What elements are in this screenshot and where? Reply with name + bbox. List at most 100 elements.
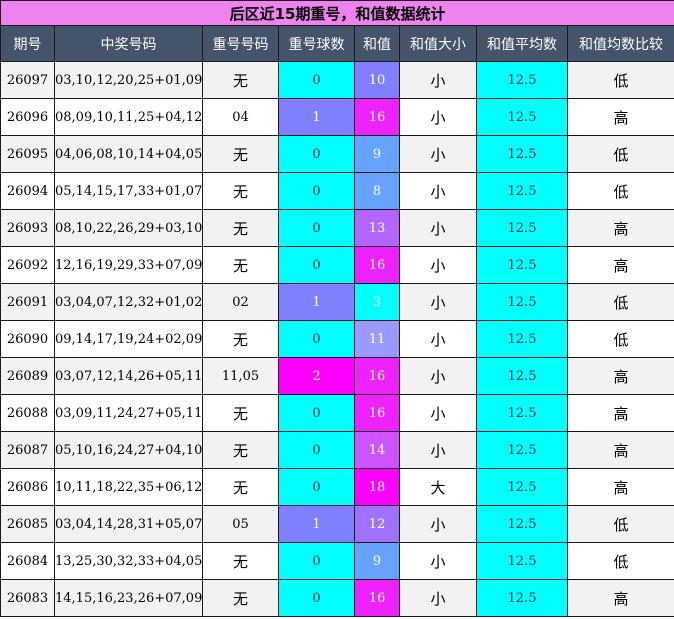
cell-repeat: 无 [202, 209, 279, 247]
table-row: 26086 10,11,18,22,35+06,12 无 0 18 大 12.5 高 [0, 468, 674, 506]
cell-issue: 26094 [0, 172, 55, 210]
cell-avg: 12.5 [476, 394, 568, 432]
header-numbers: 中奖号码 [54, 25, 203, 62]
cell-size: 小 [399, 505, 477, 543]
cell-sum: 9 [354, 135, 400, 173]
cell-repeat: 04 [202, 98, 279, 136]
cell-repeat: 无 [202, 320, 279, 358]
cell-count: 1 [278, 98, 355, 136]
cell-count: 0 [278, 542, 355, 580]
cell-count: 1 [278, 283, 355, 321]
table-body: 26097 03,10,12,20,25+01,09 无 0 10 小 12.5 低 26096… [0, 61, 674, 617]
cell-issue: 26086 [0, 468, 55, 506]
cell-numbers: 05,14,15,17,33+01,07 [54, 172, 203, 210]
cell-issue: 26093 [0, 209, 55, 247]
cell-issue: 26085 [0, 505, 55, 543]
cell-size: 小 [399, 320, 477, 358]
cell-count: 0 [278, 246, 355, 284]
cell-numbers: 05,10,16,24,27+04,10 [54, 431, 203, 469]
cell-issue: 26091 [0, 283, 55, 321]
cell-count: 0 [278, 579, 355, 617]
header-size: 和值大小 [399, 25, 477, 62]
table-title: 后区近15期重号，和值数据统计 [0, 0, 674, 26]
cell-numbers: 08,10,22,26,29+03,10 [54, 209, 203, 247]
cell-compare: 低 [566, 542, 674, 580]
cell-count: 0 [278, 394, 355, 432]
cell-sum: 16 [354, 357, 400, 395]
cell-compare: 高 [566, 209, 674, 247]
cell-repeat: 11,05 [202, 357, 279, 395]
header-compare: 和值均数比较 [566, 25, 674, 62]
cell-size: 小 [399, 98, 477, 136]
header-issue: 期号 [0, 25, 55, 62]
cell-count: 2 [278, 357, 355, 395]
cell-avg: 12.5 [476, 542, 568, 580]
cell-repeat: 无 [202, 172, 279, 210]
cell-count: 0 [278, 320, 355, 358]
cell-sum: 16 [354, 394, 400, 432]
cell-repeat: 无 [202, 135, 279, 173]
table-row: 26093 08,10,22,26,29+03,10 无 0 13 小 12.5 高 [0, 209, 674, 247]
cell-sum: 9 [354, 542, 400, 580]
cell-repeat: 无 [202, 246, 279, 284]
header-sum: 和值 [354, 25, 400, 62]
cell-avg: 12.5 [476, 505, 568, 543]
cell-avg: 12.5 [476, 61, 568, 99]
cell-sum: 13 [354, 209, 400, 247]
cell-compare: 低 [566, 135, 674, 173]
cell-repeat: 02 [202, 283, 279, 321]
cell-sum: 3 [354, 283, 400, 321]
cell-numbers: 03,04,14,28,31+05,07 [54, 505, 203, 543]
cell-sum: 12 [354, 505, 400, 543]
cell-compare: 低 [566, 61, 674, 99]
cell-avg: 12.5 [476, 468, 568, 506]
cell-count: 0 [278, 431, 355, 469]
cell-issue: 26090 [0, 320, 55, 358]
cell-issue: 26089 [0, 357, 55, 395]
table-row: 26088 03,09,11,24,27+05,11 无 0 16 小 12.5 高 [0, 394, 674, 432]
header-count: 重号球数 [278, 25, 355, 62]
table-row: 26097 03,10,12,20,25+01,09 无 0 10 小 12.5 低 [0, 61, 674, 99]
cell-avg: 12.5 [476, 246, 568, 284]
cell-repeat: 无 [202, 468, 279, 506]
cell-sum: 14 [354, 431, 400, 469]
cell-size: 小 [399, 394, 477, 432]
cell-issue: 26084 [0, 542, 55, 580]
cell-sum: 16 [354, 246, 400, 284]
cell-compare: 高 [566, 357, 674, 395]
cell-compare: 高 [566, 246, 674, 284]
cell-avg: 12.5 [476, 172, 568, 210]
table-row: 26083 14,15,16,23,26+07,09 无 0 16 小 12.5 高 [0, 579, 674, 617]
cell-avg: 12.5 [476, 431, 568, 469]
cell-sum: 16 [354, 98, 400, 136]
cell-avg: 12.5 [476, 320, 568, 358]
cell-issue: 26092 [0, 246, 55, 284]
table-row: 26085 03,04,14,28,31+05,07 05 1 12 小 12.5 低 [0, 505, 674, 543]
stats-table: 后区近15期重号，和值数据统计 期号 中奖号码 重号号码 重号球数 和值 和值大… [0, 0, 674, 617]
cell-count: 1 [278, 505, 355, 543]
cell-count: 0 [278, 135, 355, 173]
cell-repeat: 无 [202, 431, 279, 469]
cell-numbers: 13,25,30,32,33+04,05 [54, 542, 203, 580]
cell-numbers: 03,09,11,24,27+05,11 [54, 394, 203, 432]
cell-size: 小 [399, 357, 477, 395]
cell-numbers: 10,11,18,22,35+06,12 [54, 468, 203, 506]
cell-sum: 18 [354, 468, 400, 506]
cell-compare: 低 [566, 320, 674, 358]
table-row: 26089 03,07,12,14,26+05,11 11,05 2 16 小 12.5 高 [0, 357, 674, 395]
cell-sum: 11 [354, 320, 400, 358]
cell-compare: 高 [566, 579, 674, 617]
cell-size: 大 [399, 468, 477, 506]
cell-issue: 26095 [0, 135, 55, 173]
header-repeat: 重号号码 [202, 25, 279, 62]
cell-avg: 12.5 [476, 135, 568, 173]
cell-avg: 12.5 [476, 579, 568, 617]
cell-numbers: 04,06,08,10,14+04,05 [54, 135, 203, 173]
cell-compare: 高 [566, 394, 674, 432]
cell-avg: 12.5 [476, 357, 568, 395]
cell-avg: 12.5 [476, 283, 568, 321]
cell-size: 小 [399, 246, 477, 284]
cell-size: 小 [399, 283, 477, 321]
cell-compare: 低 [566, 172, 674, 210]
table-row: 26094 05,14,15,17,33+01,07 无 0 8 小 12.5 低 [0, 172, 674, 210]
